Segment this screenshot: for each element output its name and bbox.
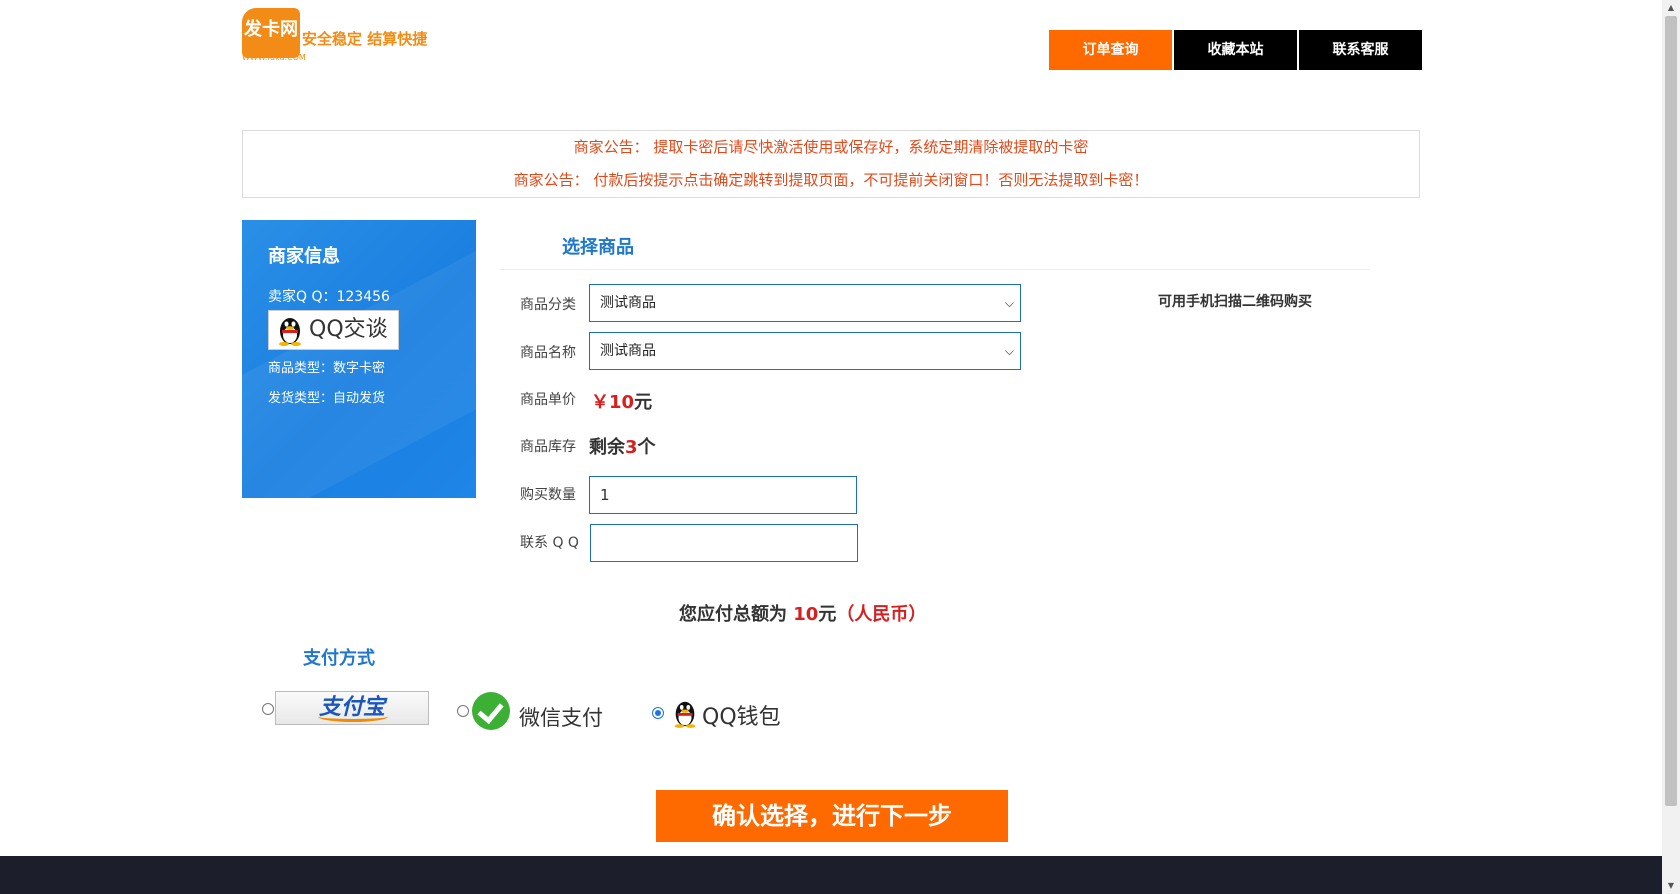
stock-prefix: 剩余 [589,437,625,458]
ship-type: 发货类型：自动发货 [268,391,386,406]
total-prefix: 您应付总额为 [679,604,787,625]
seller-qq: 卖家Q Q：123456 [268,289,390,305]
select-product-title: 选择商品 [562,237,634,258]
qr-code-hint: 可用手机扫描二维码购买 [1158,294,1312,310]
total-value: 10 [793,604,819,625]
price-value: 10 [609,392,635,413]
qq-chat-label: QQ交谈 [309,317,388,342]
page-scrollbar[interactable]: ▲ ▼ [1662,0,1680,894]
price-currency: ￥ [591,392,609,413]
logo-url: WWW.faka.COM [242,53,306,62]
notice-line-2: 商家公告： 付款后按提示点击确定跳转到提取页面，不可提前关闭窗口！否则无法提取到… [513,171,1149,189]
contact-service-button[interactable]: 联系客服 [1299,30,1422,70]
stock-label: 商品库存 [520,439,576,455]
qq-chat-button[interactable]: QQ交谈 [268,310,399,350]
site-logo[interactable]: 发卡网 WWW.faka.COM 安全稳定 结算快捷 [242,8,427,63]
chevron-down-icon: ⌵ [1004,344,1014,358]
merchant-info-panel: 商家信息 卖家Q Q：123456 QQ交谈 商品类型：数字卡密 发货类型：自动… [242,220,476,498]
unit-price: ￥10元 [591,388,652,414]
qq-wallet-label: QQ钱包 [702,705,781,730]
logo-mark: 发卡网 [242,8,300,58]
alipay-option[interactable]: 支付宝 [275,691,429,725]
qq-penguin-icon [279,318,301,346]
wechat-pay-radio[interactable] [457,705,469,717]
merchant-info-title: 商家信息 [268,246,340,267]
qq-wallet-radio[interactable] [652,707,664,719]
product-name-selected-value: 测试商品 [600,343,656,359]
wechat-check-icon [472,692,510,730]
price-label: 商品单价 [520,392,576,408]
merchant-notice: 商家公告： 提取卡密后请尽快激活使用或保存好，系统定期清除被提取的卡密 商家公告… [242,130,1420,198]
quantity-label: 购买数量 [520,487,576,503]
scroll-thumb[interactable] [1665,16,1677,806]
contact-qq-label: 联系 Q Q [520,535,579,551]
notice-line-1: 商家公告： 提取卡密后请尽快激活使用或保存好，系统定期清除被提取的卡密 [573,138,1089,156]
section-divider [500,269,1370,270]
contact-qq-input[interactable] [590,524,858,562]
product-name-select[interactable]: 测试商品 ⌵ [589,332,1021,370]
top-nav: 订单查询 收藏本站 联系客服 [1049,30,1422,70]
price-unit: 元 [634,392,653,413]
stock-remaining: 剩余3个 [589,433,656,459]
wechat-pay-label: 微信支付 [519,706,603,730]
logo-slogan: 安全稳定 结算快捷 [302,30,428,48]
scroll-down-arrow-icon[interactable]: ▼ [1662,878,1680,894]
bookmark-site-button[interactable]: 收藏本站 [1174,30,1297,70]
category-select[interactable]: 测试商品 ⌵ [589,284,1021,322]
category-label: 商品分类 [520,297,576,313]
confirm-next-button[interactable]: 确认选择，进行下一步 [656,790,1008,842]
alipay-radio[interactable] [262,703,274,715]
chevron-down-icon: ⌵ [1004,296,1014,310]
stock-suffix: 个 [637,437,656,458]
total-amount: 您应付总额为 10元（人民币） [679,600,926,626]
alipay-swoosh-icon [318,711,388,722]
payment-method-title: 支付方式 [303,648,375,669]
total-unit: 元 [818,604,837,625]
scroll-up-arrow-icon[interactable]: ▲ [1662,0,1680,16]
page-footer [0,856,1662,894]
category-selected-value: 测试商品 [600,295,656,311]
stock-value: 3 [625,437,638,458]
total-currency: （人民币） [836,604,927,625]
order-query-button[interactable]: 订单查询 [1049,30,1172,70]
product-name-label: 商品名称 [520,345,576,361]
product-type: 商品类型：数字卡密 [268,361,386,376]
qq-penguin-icon [674,701,696,728]
quantity-input[interactable]: 1 [589,476,857,514]
